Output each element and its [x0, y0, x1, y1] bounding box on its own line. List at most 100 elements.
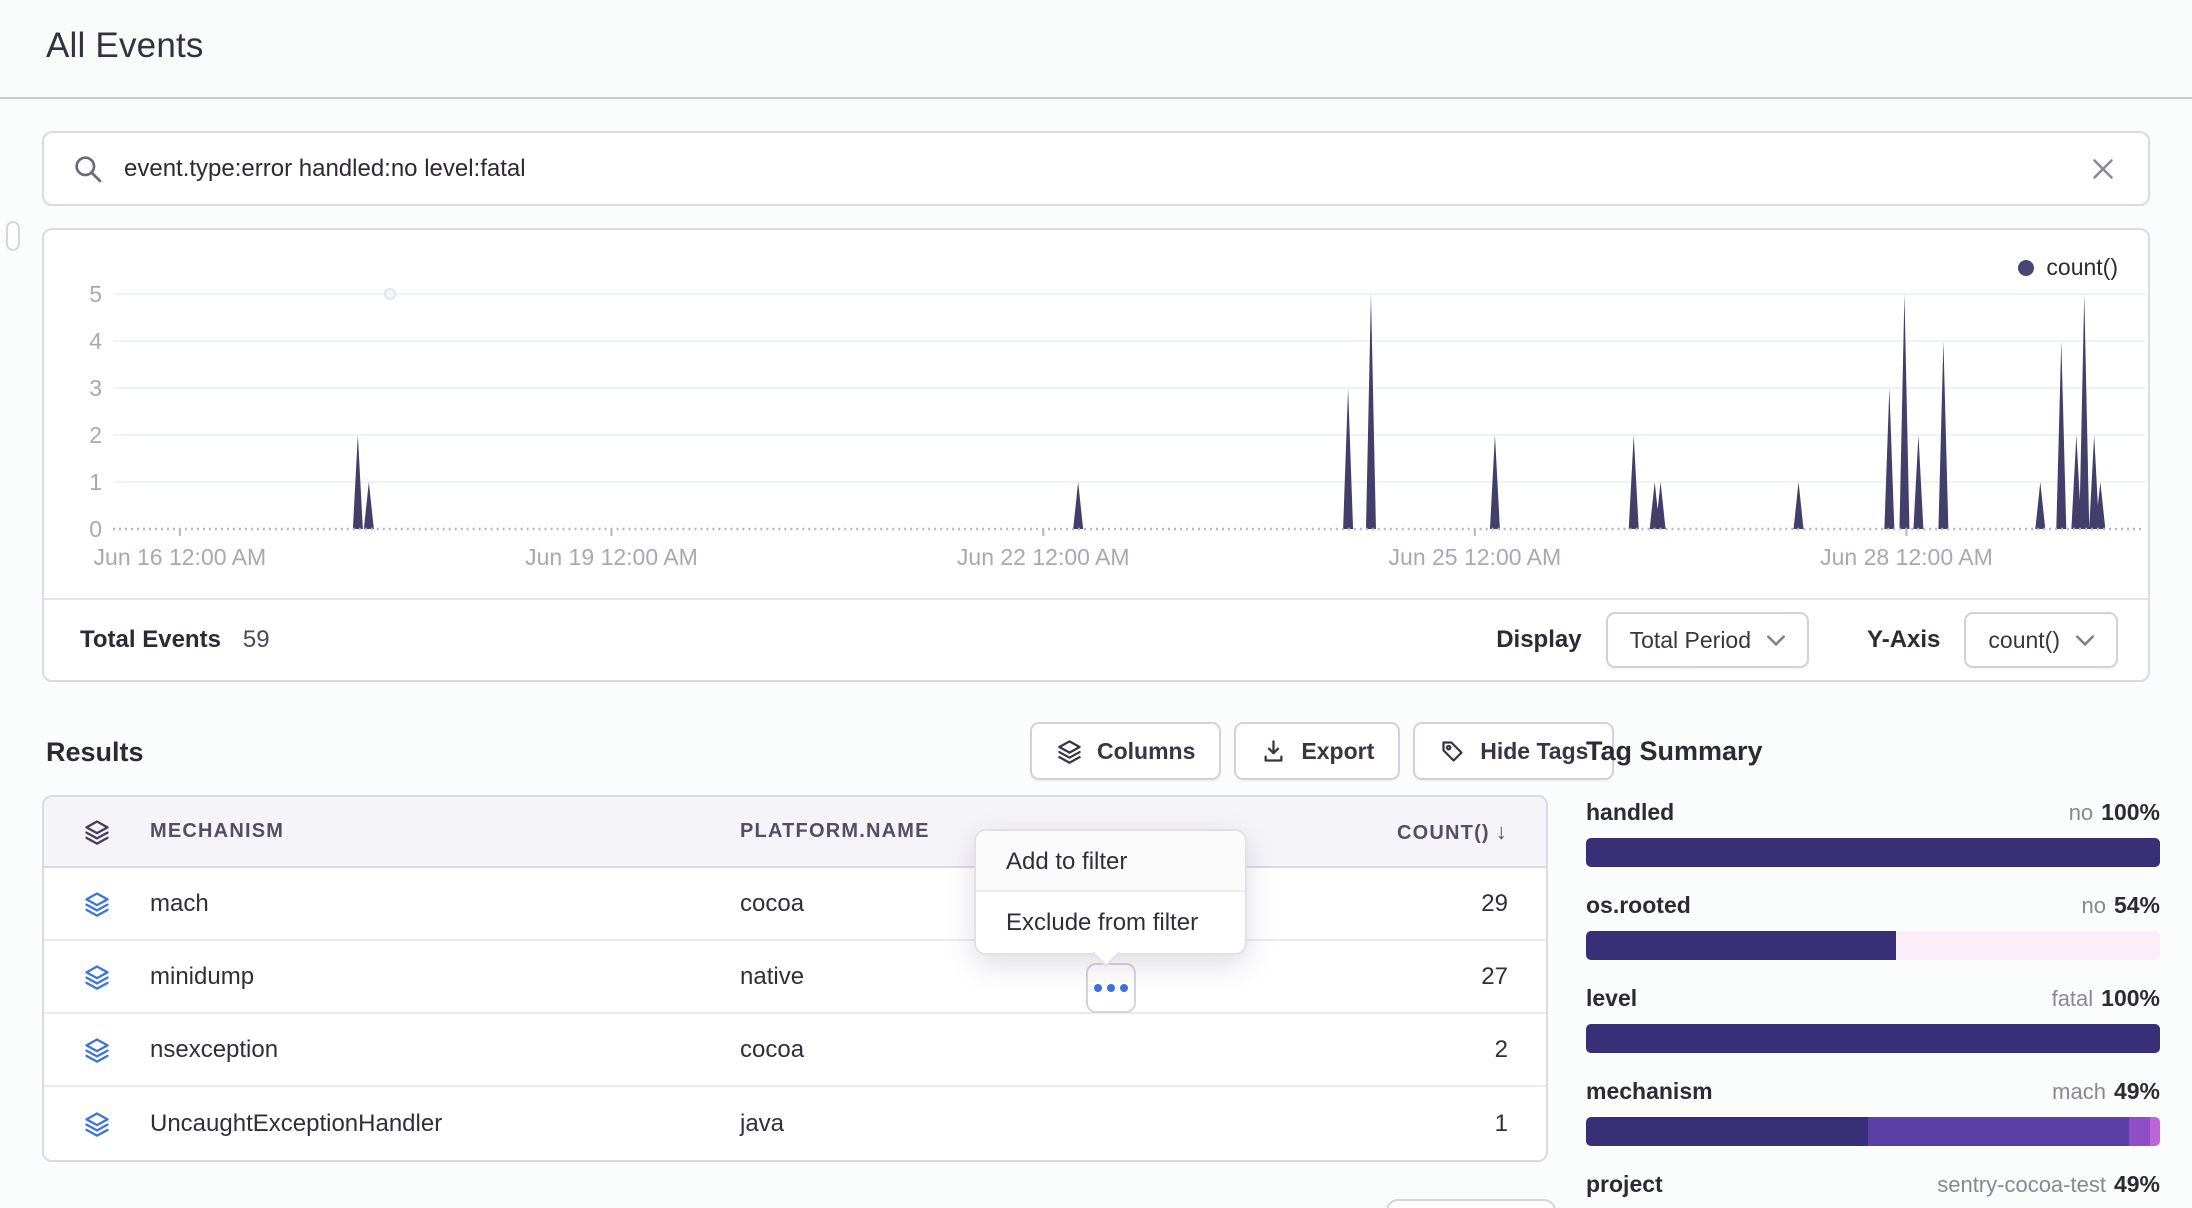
tag-bar-segment	[1896, 931, 2160, 960]
chevron-down-icon	[1767, 635, 1785, 646]
pagination-button[interactable]	[1386, 1199, 1556, 1208]
clear-search-icon[interactable]	[2086, 152, 2120, 186]
results-table: MECHANISM PLATFORM.NAME COUNT()↓ machcoc…	[42, 795, 1548, 1162]
tag-item: handled no100%	[1586, 799, 2160, 867]
tag-name: level	[1586, 985, 1637, 1012]
results-toolbar: Columns Export Hide Tags	[1030, 722, 1614, 780]
layers-icon	[1056, 738, 1083, 765]
panel-resize-handle[interactable]	[6, 221, 20, 251]
yaxis-label: Y-Axis	[1867, 626, 1940, 654]
cell-count: 1	[1216, 1110, 1546, 1138]
tag-bar-segment	[1586, 1024, 2160, 1053]
tag-top-value: no54%	[2081, 892, 2160, 919]
tag-list: handled no100% os.rootedno54% level fatal100…	[1586, 799, 2160, 1208]
column-header-count[interactable]: COUNT()↓	[1216, 819, 1546, 845]
table-row[interactable]: minidumpnative27	[44, 941, 1546, 1014]
total-events-value: 59	[243, 626, 270, 654]
columns-button-label: Columns	[1097, 738, 1195, 765]
tag-bar-segment	[2129, 1117, 2150, 1146]
y-axis-tick-label: 1	[58, 468, 102, 496]
chart-legend[interactable]: count()	[2018, 254, 2118, 281]
tag-distribution-bar[interactable]	[1586, 1117, 2160, 1146]
tag-bar-segment	[2150, 1117, 2160, 1146]
tag-distribution-bar[interactable]	[1586, 931, 2160, 960]
x-axis-tick-label: Jun 19 12:00 AM	[525, 544, 698, 571]
display-dropdown-value: Total Period	[1630, 627, 1751, 654]
cell-platform[interactable]: cocoa	[740, 1036, 1216, 1064]
tag-summary: Tag Summary handledno100%os.rootedno54%l…	[1586, 736, 2160, 1208]
cell-count: 27	[1216, 963, 1546, 991]
yaxis-dropdown[interactable]: count()	[1964, 612, 2118, 668]
menu-item-exclude-from-filter[interactable]: Exclude from filter	[976, 892, 1245, 953]
tag-top-value: no100%	[2069, 799, 2160, 826]
page-title: All Events	[46, 26, 204, 66]
tag-name: project	[1586, 1171, 1663, 1198]
search-bar[interactable]: event.type:error handled:no level:fatal	[42, 131, 2150, 206]
cell-mechanism[interactable]: mach	[150, 890, 740, 918]
hide-tags-button[interactable]: Hide Tags	[1413, 722, 1614, 780]
table-header-row: MECHANISM PLATFORM.NAME COUNT()↓	[44, 797, 1546, 868]
events-chart-panel: count() 012345 Jun 16 12:00 AMJun 19 12:…	[42, 228, 2150, 682]
layers-icon	[44, 963, 150, 991]
tag-top-value: sentry-cocoa-test49%	[1937, 1171, 2160, 1198]
y-axis-tick-label: 5	[58, 280, 102, 308]
tag-distribution-bar[interactable]	[1586, 1024, 2160, 1053]
export-button-label: Export	[1301, 738, 1374, 765]
column-header-mechanism[interactable]: MECHANISM	[150, 820, 740, 843]
y-axis-tick-label: 3	[58, 374, 102, 402]
cell-mechanism[interactable]: UncaughtExceptionHandler	[150, 1110, 740, 1138]
total-events-label: Total Events	[80, 626, 221, 654]
tag-bar-segment	[1586, 931, 1896, 960]
x-axis-tick-label: Jun 22 12:00 AM	[957, 544, 1130, 571]
tag-item: project sentry-cocoa-test49%	[1586, 1171, 2160, 1208]
tag-top-value: mach49%	[2052, 1078, 2160, 1105]
cell-platform[interactable]: java	[740, 1110, 1216, 1138]
cell-mechanism[interactable]: nsexception	[150, 1036, 740, 1064]
columns-button[interactable]: Columns	[1030, 722, 1221, 780]
search-input[interactable]: event.type:error handled:no level:fatal	[124, 155, 2086, 183]
x-axis-tick-label: Jun 28 12:00 AM	[1820, 544, 1993, 571]
results-title: Results	[46, 737, 144, 768]
tag-name: mechanism	[1586, 1078, 1713, 1105]
tag-name: handled	[1586, 799, 1674, 826]
y-axis-tick-label: 4	[58, 327, 102, 355]
tag-top-value: fatal100%	[2052, 985, 2160, 1012]
cell-count: 29	[1216, 890, 1546, 918]
table-body: machcocoa29minidumpnative27nsexceptionco…	[44, 868, 1546, 1160]
x-axis-tick-label: Jun 16 12:00 AM	[94, 544, 267, 571]
chart-plot[interactable]	[113, 270, 2145, 536]
tag-bar-segment	[1868, 1117, 2129, 1146]
export-button[interactable]: Export	[1234, 722, 1400, 780]
tag-icon	[1439, 738, 1466, 765]
chart-x-axis: Jun 16 12:00 AMJun 19 12:00 AMJun 22 12:…	[113, 544, 2145, 574]
y-axis-tick-label: 0	[58, 515, 102, 543]
tag-distribution-bar[interactable]	[1586, 838, 2160, 867]
chart-footer: Total Events 59 Display Total Period Y-A…	[44, 598, 2148, 680]
app-header: All Events	[0, 0, 2192, 99]
menu-item-add-to-filter[interactable]: Add to filter	[976, 831, 1245, 892]
hide-tags-button-label: Hide Tags	[1480, 738, 1588, 765]
yaxis-dropdown-value: count()	[1988, 627, 2060, 654]
layers-icon	[44, 1036, 150, 1064]
tag-bar-segment	[1586, 838, 2160, 867]
x-axis-tick-label: Jun 25 12:00 AM	[1389, 544, 1562, 571]
tag-item: os.rootedno54%	[1586, 892, 2160, 960]
search-icon	[72, 153, 104, 185]
cell-platform[interactable]: native	[740, 963, 1216, 991]
chart-marker-dot	[384, 288, 396, 300]
chart-svg	[113, 270, 2145, 536]
layers-icon	[44, 890, 150, 918]
display-dropdown[interactable]: Total Period	[1606, 612, 1809, 668]
table-row[interactable]: machcocoa29	[44, 868, 1546, 941]
sort-desc-icon: ↓	[1496, 819, 1508, 844]
legend-series-dot	[2018, 260, 2034, 276]
row-actions-button[interactable]	[1086, 963, 1136, 1013]
tag-item: mechanism mach49%	[1586, 1078, 2160, 1146]
cell-context-menu: Add to filter Exclude from filter	[974, 829, 1247, 955]
cell-count: 2	[1216, 1036, 1546, 1064]
table-row[interactable]: UncaughtExceptionHandlerjava1	[44, 1087, 1546, 1160]
table-row[interactable]: nsexceptioncocoa2	[44, 1014, 1546, 1087]
cell-mechanism[interactable]: minidump	[150, 963, 740, 991]
legend-series-label: count()	[2046, 254, 2118, 281]
chevron-down-icon	[2076, 635, 2094, 646]
